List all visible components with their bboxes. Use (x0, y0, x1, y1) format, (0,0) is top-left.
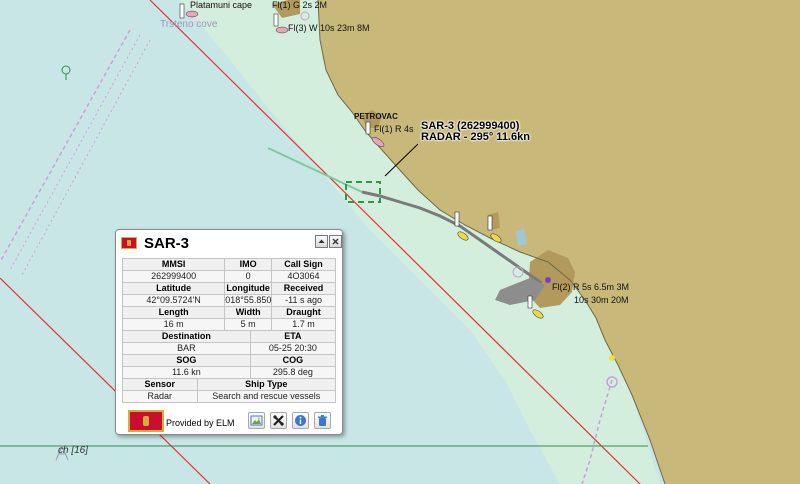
tools-icon (273, 415, 284, 426)
popup-header: SAR-3 (116, 230, 342, 256)
sensor-value: Radar (122, 390, 198, 403)
info-button[interactable] (292, 412, 309, 429)
collapse-button[interactable] (315, 235, 328, 248)
imo-value: 0 (224, 270, 273, 283)
sog-value: 11.6 kn (122, 366, 251, 379)
table-row: 16 m 5 m 1.7 m (121, 318, 336, 331)
mmsi-value: 262999400 (121, 270, 226, 283)
cog-value: 295.8 deg (249, 366, 337, 379)
light-symbol-icon (545, 277, 551, 283)
sensor-header: Sensor (122, 378, 198, 391)
table-row: 262999400 0 4O3064 (121, 270, 336, 283)
delete-button[interactable] (314, 412, 331, 429)
table-row: 42°09.5724'N 018°55.8504'E -11 s ago (121, 294, 336, 307)
table-row: SOG COG (122, 354, 337, 367)
ship-type-value: Search and rescue vessels (196, 390, 337, 403)
data-provider-label: Provided by ELM (166, 418, 235, 428)
light-characteristic-label: Fl(2) R 5s 6.5m 3M (552, 282, 630, 292)
destination-value: BAR (122, 342, 251, 355)
table-row: BAR 05-25 20:30 (122, 342, 337, 355)
table-row: Latitude Longitude Received (121, 282, 336, 295)
vessel-info-popup: SAR-3 MMSI IMO Call Sign 262999400 0 4O3… (115, 229, 343, 435)
info-icon (295, 415, 306, 426)
vessel-details-table: MMSI IMO Call Sign 262999400 0 4O3064 La… (121, 258, 337, 403)
call-sign-value: 4O3064 (271, 270, 336, 283)
imo-header: IMO (224, 258, 273, 271)
table-row: Destination ETA (122, 330, 337, 343)
table-row: MMSI IMO Call Sign (121, 258, 336, 271)
received-header: Received (271, 282, 336, 295)
eta-header: ETA (249, 330, 337, 343)
sog-header: SOG (122, 354, 251, 367)
width-header: Width (224, 306, 273, 319)
table-row: Radar Search and rescue vessels (122, 390, 337, 403)
call-sign-header: Call Sign (271, 258, 336, 271)
latitude-header: Latitude (121, 282, 226, 295)
town-label: PETROVAC (354, 112, 398, 121)
table-row: Length Width Draught (121, 306, 336, 319)
cove-label: Trsteno cove (160, 19, 218, 30)
longitude-header: Longitude (224, 282, 273, 295)
photo-icon (250, 415, 263, 426)
light-characteristic-label: 10s 30m 20M (574, 295, 629, 305)
width-value: 5 m (224, 318, 273, 331)
destination-header: Destination (122, 330, 251, 343)
table-row: 11.6 kn 295.8 deg (122, 366, 337, 379)
draught-value: 1.7 m (271, 318, 336, 331)
light-characteristic-label: Fl(3) W 10s 23m 8M (288, 23, 370, 33)
cog-header: COG (249, 354, 337, 367)
popup-title: SAR-3 (144, 235, 190, 252)
eta-value: 05-25 20:30 (249, 342, 337, 355)
light-characteristic-label: Fl(1) R 4s (374, 124, 414, 134)
table-row: Sensor Ship Type (122, 378, 337, 391)
vessel-label[interactable]: SAR-3 (262999400) RADAR - 295° 11.6kn (421, 121, 530, 143)
ship-type-header: Ship Type (196, 378, 337, 391)
montenegro-flag-icon (128, 410, 164, 432)
close-icon (332, 238, 339, 245)
cape-label: Platamuni cape (190, 0, 253, 10)
close-button[interactable] (329, 235, 342, 248)
received-value: -11 s ago (271, 294, 336, 307)
draught-header: Draught (271, 306, 336, 319)
length-value: 16 m (121, 318, 226, 331)
tools-button[interactable] (270, 412, 287, 429)
light-characteristic-label: Fl(1) G 2s 2M (272, 0, 328, 10)
photo-button[interactable] (248, 412, 265, 429)
channel-label: ch [16] (58, 445, 89, 456)
star-marker-icon (609, 355, 615, 361)
montenegro-flag-icon (121, 237, 137, 249)
trash-icon (318, 415, 327, 426)
length-header: Length (121, 306, 226, 319)
mmsi-header: MMSI (121, 258, 226, 271)
chevron-up-icon (318, 239, 325, 243)
latitude-value: 42°09.5724'N (121, 294, 226, 307)
vessel-label-status: RADAR - 295° 11.6kn (421, 131, 530, 143)
longitude-value: 018°55.8504'E (224, 294, 273, 307)
